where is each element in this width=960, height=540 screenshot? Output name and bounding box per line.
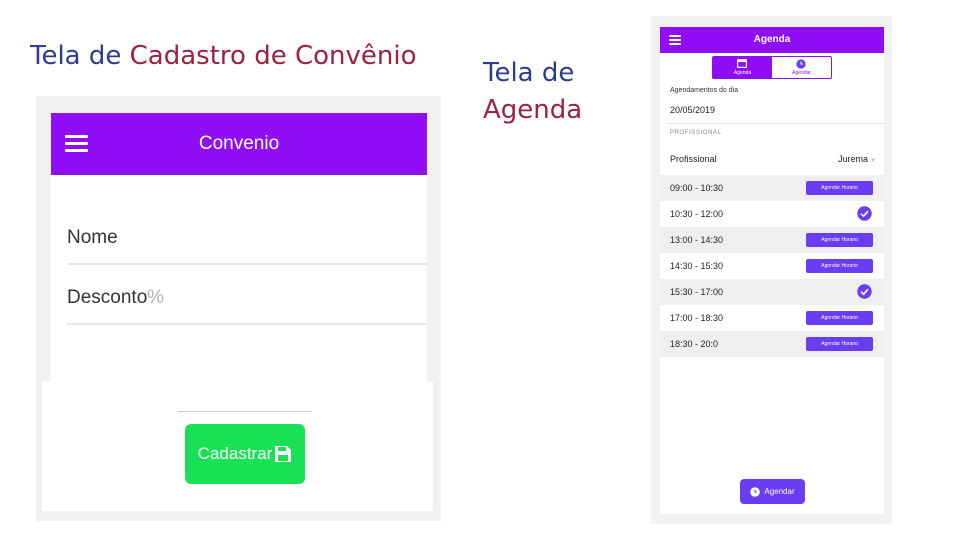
footer-divider	[178, 411, 312, 412]
agendar-horario-button[interactable]: Agendar Horario	[806, 311, 873, 325]
convenio-title: Convenio	[198, 133, 280, 154]
time-slot-row: 15:30 - 17:00	[660, 279, 884, 305]
professional-value: Jurema	[838, 154, 869, 164]
convenio-header: Convenio	[51, 113, 427, 175]
convenio-caption-name: Cadastro de Convênio	[129, 41, 417, 71]
convenio-caption-prefix: Tela de	[30, 41, 130, 71]
caret-down-icon: ▼	[870, 158, 876, 164]
nome-field-label: Nome	[67, 227, 118, 248]
clock-icon	[796, 59, 806, 69]
desconto-field-label: Desconto	[67, 287, 148, 308]
time-slot-label: 09:00 - 10:30	[670, 183, 724, 193]
tab-agenda[interactable]: Agenda	[713, 57, 772, 78]
tab-agenda-label: Agenda	[733, 70, 752, 76]
day-label: Agendamentos do dia	[670, 87, 739, 94]
agendar-horario-button[interactable]: Agendar Horario	[806, 259, 873, 273]
cadastrar-button[interactable]: Cadastrar	[185, 424, 305, 484]
time-slot-row: 09:00 - 10:30 Agendar Horario	[660, 175, 884, 201]
nome-field[interactable]: Nome	[67, 205, 427, 265]
desconto-field[interactable]: Desconto %	[67, 265, 427, 325]
calendar-icon	[737, 59, 747, 68]
time-slot-row: 14:30 - 15:30 Agendar Horario	[660, 253, 884, 279]
agendar-horario-button[interactable]: Agendar Horario	[806, 181, 873, 195]
section-divider	[668, 123, 884, 124]
save-icon	[275, 446, 292, 462]
desconto-percent-suffix: %	[147, 287, 164, 308]
time-slot-row: 10:30 - 12:00	[660, 201, 884, 227]
professional-label: Profissional	[670, 154, 717, 164]
time-slot-label: 10:30 - 12:00	[670, 209, 724, 219]
time-slot-label: 13:00 - 14:30	[670, 235, 724, 245]
time-slot-label: 15:30 - 17:00	[670, 287, 724, 297]
agendar-horario-button[interactable]: Agendar Horario	[806, 233, 873, 247]
tab-agendar[interactable]: Agendar	[772, 57, 831, 78]
time-slot-row: 17:00 - 18:30 Agendar Horario	[660, 305, 884, 331]
check-circle-icon	[857, 206, 872, 221]
time-slot-label: 18:30 - 20:0	[670, 339, 719, 349]
convenio-caption: Tela de Cadastro de Convênio	[30, 40, 417, 72]
agendar-fab-label: Agendar	[764, 487, 795, 496]
time-slot-label: 14:30 - 15:30	[670, 261, 724, 271]
clock-icon	[750, 486, 761, 497]
agenda-header: Agenda	[660, 27, 884, 53]
check-circle-icon	[857, 284, 872, 299]
agendar-horario-button[interactable]: Agendar Horario	[806, 337, 873, 351]
cadastrar-button-label: Cadastrar	[197, 444, 273, 463]
professional-select[interactable]: Jurema ▼	[838, 154, 876, 164]
time-slot-row: 13:00 - 14:30 Agendar Horario	[660, 227, 884, 253]
tab-agendar-label: Agendar	[792, 70, 811, 76]
convenio-screen: Convenio Nome Desconto %	[51, 113, 427, 383]
agendar-fab[interactable]: Agendar	[740, 479, 805, 504]
agenda-caption-line2: Agenda	[483, 95, 583, 125]
agenda-title: Agenda	[753, 34, 791, 45]
convenio-footer: Cadastrar	[42, 381, 433, 511]
time-slot-row: 18:30 - 20:0 Agendar Horario	[660, 331, 884, 357]
section-header: PROFISSIONAL	[670, 130, 722, 136]
agenda-screen: Agenda Agenda Agendar Agendamentos do di…	[660, 27, 884, 514]
time-slot-label: 17:00 - 18:30	[670, 313, 724, 323]
date-value[interactable]: 20/05/2019	[670, 105, 715, 115]
agenda-caption-line1: Tela de	[483, 58, 575, 88]
agenda-tab-switcher: Agenda Agendar	[712, 56, 832, 79]
